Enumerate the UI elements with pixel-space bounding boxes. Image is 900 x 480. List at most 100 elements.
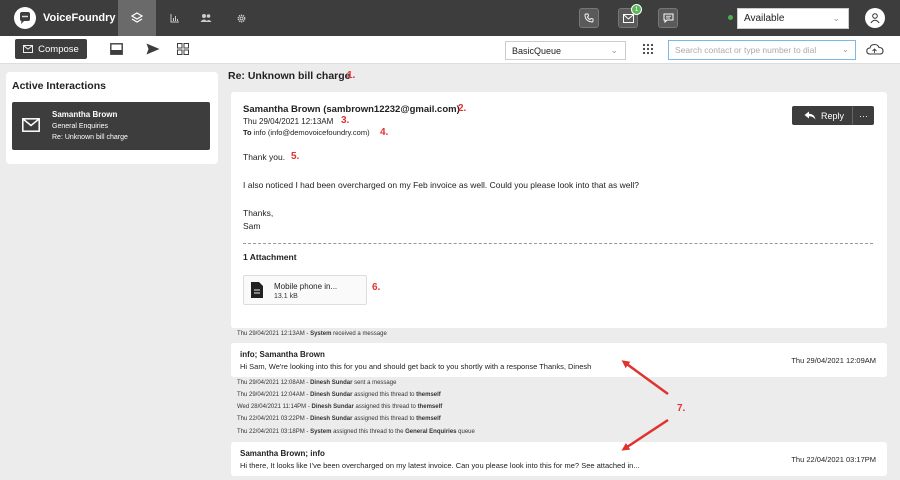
- dial-search-input[interactable]: Search contact or type number to dial ⌄: [668, 40, 856, 60]
- event-text: sent a message: [352, 380, 397, 386]
- event-target: General Enquiries: [405, 429, 457, 435]
- email-to-value: info (info@demovoicefoundry.com): [253, 128, 370, 137]
- thread-date: Thu 29/04/2021 12:09AM: [791, 356, 876, 365]
- attachment-name: Mobile phone in...: [274, 282, 338, 291]
- nav-tab-settings[interactable]: [222, 0, 260, 36]
- queue-select-value: BasicQueue: [512, 46, 562, 56]
- nav-tab-interactions[interactable]: [118, 0, 156, 36]
- event-time: Thu 29/04/2021 12:04AM -: [237, 392, 311, 398]
- event-text: assigned this thread to: [352, 416, 417, 422]
- event-text: assigned this thread to: [353, 404, 418, 410]
- email-button[interactable]: 1: [618, 4, 642, 28]
- email-subject: Re: Unknown bill charge: [228, 70, 351, 82]
- more-options-button[interactable]: ···: [852, 106, 874, 125]
- chat-icon: [663, 13, 673, 23]
- annotation-label: 4.: [380, 127, 389, 138]
- reply-button[interactable]: Reply: [792, 106, 856, 125]
- thread-date: Thu 22/04/2021 03:17PM: [791, 455, 876, 464]
- email-body-paragraph: I also noticed I had been overcharged on…: [243, 180, 639, 190]
- chevron-down-icon: ⌄: [832, 13, 840, 23]
- top-navigation-bar: VoiceFoundry 1 Available ⌄: [0, 0, 900, 36]
- thread-preview: Hi there, It looks like I've been overch…: [240, 461, 640, 470]
- nav-tab-users[interactable]: [187, 0, 225, 36]
- attachment-heading: 1 Attachment: [243, 252, 297, 262]
- event-target: themself: [416, 392, 441, 398]
- email-recipient: To info (info@demovoicefoundry.com): [243, 128, 370, 137]
- timeline-event: Thu 29/04/2021 12:08AM - Dinesh Sundar s…: [237, 380, 396, 386]
- queue-select[interactable]: BasicQueue ⌄: [505, 41, 626, 60]
- email-message-card: Samantha Brown (sambrown12232@gmail.com)…: [231, 92, 887, 328]
- event-actor: Dinesh Sundar: [310, 392, 353, 398]
- send-button[interactable]: [145, 41, 161, 57]
- cloud-sync-button[interactable]: [865, 41, 885, 57]
- envelope-icon: [622, 13, 634, 23]
- timeline-event: Thu 29/04/2021 12:04AM - Dinesh Sundar a…: [237, 392, 441, 398]
- status-indicator-dot: [728, 15, 733, 20]
- event-actor: Dinesh Sundar: [311, 404, 354, 410]
- event-suffix: queue: [456, 429, 475, 435]
- envelope-icon: [23, 45, 34, 53]
- users-icon: [200, 14, 212, 22]
- action-toolbar: Compose BasicQueue ⌄ Search contact or t…: [0, 36, 900, 64]
- event-text: assigned this thread to: [352, 392, 417, 398]
- email-to-label: To: [243, 128, 252, 137]
- phone-icon: [584, 13, 594, 23]
- reply-label: Reply: [820, 110, 844, 121]
- timeline-event: Thu 29/04/2021 12:13AM - System received…: [237, 331, 387, 337]
- thread-message-card[interactable]: info; Samantha Brown Hi Sam, We're looki…: [231, 343, 887, 377]
- interaction-queue: General Enquiries: [52, 123, 109, 130]
- dial-search-placeholder: Search contact or type number to dial: [675, 45, 817, 55]
- active-interactions-panel: Active Interactions Samantha Brown Gener…: [6, 72, 218, 164]
- user-avatar[interactable]: [865, 8, 885, 28]
- inbox-icon: [109, 43, 123, 55]
- thread-participants: Samantha Brown; info: [240, 449, 325, 458]
- grid-icon: [177, 43, 189, 55]
- event-time: Thu 22/04/2021 03:18PM -: [237, 429, 311, 435]
- gear-icon: [237, 14, 245, 22]
- envelope-icon: [21, 115, 41, 135]
- email-date: Thu 29/04/2021 12:13AM: [243, 117, 334, 126]
- event-text: assigned this thread to the: [331, 429, 406, 435]
- layers-icon: [131, 12, 143, 23]
- active-interactions-title: Active Interactions: [12, 80, 106, 92]
- chat-button[interactable]: [658, 8, 678, 28]
- grid-view-button[interactable]: [175, 41, 191, 57]
- inbox-button[interactable]: [108, 41, 124, 57]
- event-time: Thu 29/04/2021 12:08AM -: [237, 380, 311, 386]
- attachment-tile[interactable]: Mobile phone in... 13.1 kB: [243, 275, 367, 305]
- event-target: themself: [417, 404, 443, 410]
- annotation-label: 7.: [677, 403, 686, 414]
- event-text: received a message: [331, 331, 387, 337]
- interaction-subject: Re: Unknown bill charge: [52, 134, 128, 141]
- notification-badge: 1: [631, 4, 642, 15]
- user-icon: [870, 13, 880, 24]
- event-time: Thu 22/04/2021 03:22PM -: [237, 416, 311, 422]
- event-time: Wed 28/04/2021 11:14PM -: [237, 404, 312, 410]
- event-actor: Dinesh Sundar: [310, 380, 353, 386]
- email-body-greeting: Thank you.: [243, 152, 286, 162]
- phone-button[interactable]: [579, 8, 599, 28]
- thread-participants: info; Samantha Brown: [240, 350, 325, 359]
- event-time: Thu 29/04/2021 12:13AM -: [237, 331, 311, 337]
- voicefoundry-logo-icon: [14, 7, 36, 29]
- thread-message-card[interactable]: Samantha Brown; info Hi there, It looks …: [231, 442, 887, 476]
- chevron-down-icon: ⌄: [841, 44, 849, 54]
- agent-status-value: Available: [744, 13, 785, 24]
- app-logo[interactable]: VoiceFoundry: [14, 7, 116, 29]
- annotation-label: 6.: [372, 282, 381, 293]
- agent-status-select[interactable]: Available ⌄: [737, 8, 849, 29]
- timeline-event: Wed 28/04/2021 11:14PM - Dinesh Sundar a…: [237, 404, 442, 410]
- dialpad-button[interactable]: [640, 41, 656, 57]
- event-actor: System: [310, 429, 332, 435]
- interaction-card[interactable]: Samantha Brown General Enquiries Re: Unk…: [12, 102, 210, 150]
- attachment-divider: [243, 243, 873, 244]
- app-name: VoiceFoundry: [43, 12, 116, 24]
- annotation-label: 2.: [458, 103, 467, 114]
- annotation-label: 3.: [341, 115, 350, 126]
- compose-button[interactable]: Compose: [15, 39, 87, 59]
- timeline-event: Thu 22/04/2021 03:18PM - System assigned…: [237, 429, 475, 435]
- dialpad-icon: [642, 43, 654, 55]
- annotation-label: 5.: [291, 151, 300, 162]
- email-sender: Samantha Brown (sambrown12232@gmail.com): [243, 104, 460, 115]
- compose-label: Compose: [38, 43, 79, 55]
